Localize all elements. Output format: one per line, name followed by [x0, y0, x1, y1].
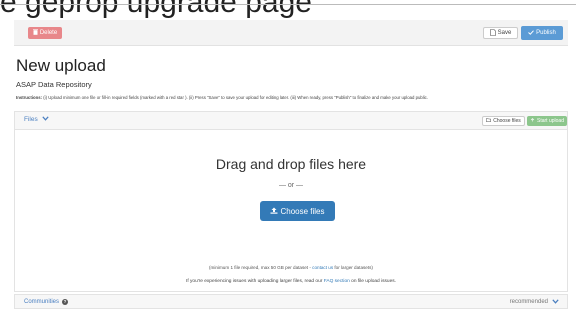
choose-files-label: Choose files: [280, 206, 325, 216]
help-icon[interactable]: ?: [62, 299, 69, 305]
clipped-heading: e geprop upgrade page: [0, 0, 312, 19]
files-label: Files: [24, 116, 38, 123]
drop-zone-title: Drag and drop files here: [215, 156, 367, 172]
file-icon: [489, 28, 496, 38]
instructions: Instructions: (i) Upload minimum one fil…: [16, 95, 428, 100]
recommended-label: recommended: [509, 299, 548, 305]
folder-icon: [486, 118, 492, 124]
publish-label: Publish: [536, 30, 556, 36]
delete-label: Delete: [39, 30, 58, 36]
chevron-down-icon: [42, 116, 49, 123]
choose-files-small-label: Choose files: [493, 118, 521, 124]
chevron-down-icon: [552, 299, 559, 306]
action-bar: Delete Save Publish: [14, 20, 568, 46]
instructions-label: Instructions:: [16, 95, 43, 100]
contact-us-link[interactable]: contact us: [312, 265, 333, 270]
recommended-toggle[interactable]: recommended: [510, 299, 559, 306]
upload-icon: [530, 117, 535, 125]
file-limit-prefix: (minimum 1 file required, max 50 GB per …: [209, 265, 313, 270]
save-label: Save: [497, 30, 512, 36]
instructions-text: (i) Upload minimum one file or fill-in r…: [42, 95, 429, 100]
save-button[interactable]: Save: [483, 27, 518, 39]
upload-icon: [270, 207, 278, 216]
trash-icon: [32, 29, 38, 37]
upload-issues-prefix: If you're experiencing issues with uploa…: [186, 279, 324, 284]
upload-issues-suffix: on file upload issues.: [349, 279, 396, 284]
choose-files-small-button[interactable]: Choose files: [482, 116, 525, 126]
communities-bar: Communities ? recommended: [14, 294, 568, 309]
page-title: New upload: [16, 56, 106, 75]
repository-name: ASAP Data Repository: [16, 80, 92, 89]
delete-button[interactable]: Delete: [28, 27, 62, 39]
files-header: Files Choose files Start upload: [15, 112, 567, 130]
top-divider: [0, 4, 576, 5]
publish-button[interactable]: Publish: [521, 26, 563, 40]
faq-section-link[interactable]: FAQ section: [324, 279, 350, 284]
or-divider: — or —: [278, 182, 304, 189]
choose-files-button[interactable]: Choose files: [260, 201, 335, 221]
communities-label: Communities: [24, 299, 60, 305]
file-limit-suffix: for larger datasets): [333, 265, 373, 270]
upload-issues-note: If you're experiencing issues with uploa…: [15, 279, 567, 284]
communities-toggle[interactable]: Communities ?: [24, 299, 69, 305]
start-upload-button[interactable]: Start upload: [527, 116, 567, 126]
start-upload-label: Start upload: [537, 118, 564, 124]
files-panel: Files Choose files Start upload Drag and…: [14, 111, 568, 292]
check-icon: [528, 29, 535, 37]
file-limit-note: (minimum 1 file required, max 50 GB per …: [15, 265, 567, 270]
files-toggle[interactable]: Files: [24, 116, 49, 123]
